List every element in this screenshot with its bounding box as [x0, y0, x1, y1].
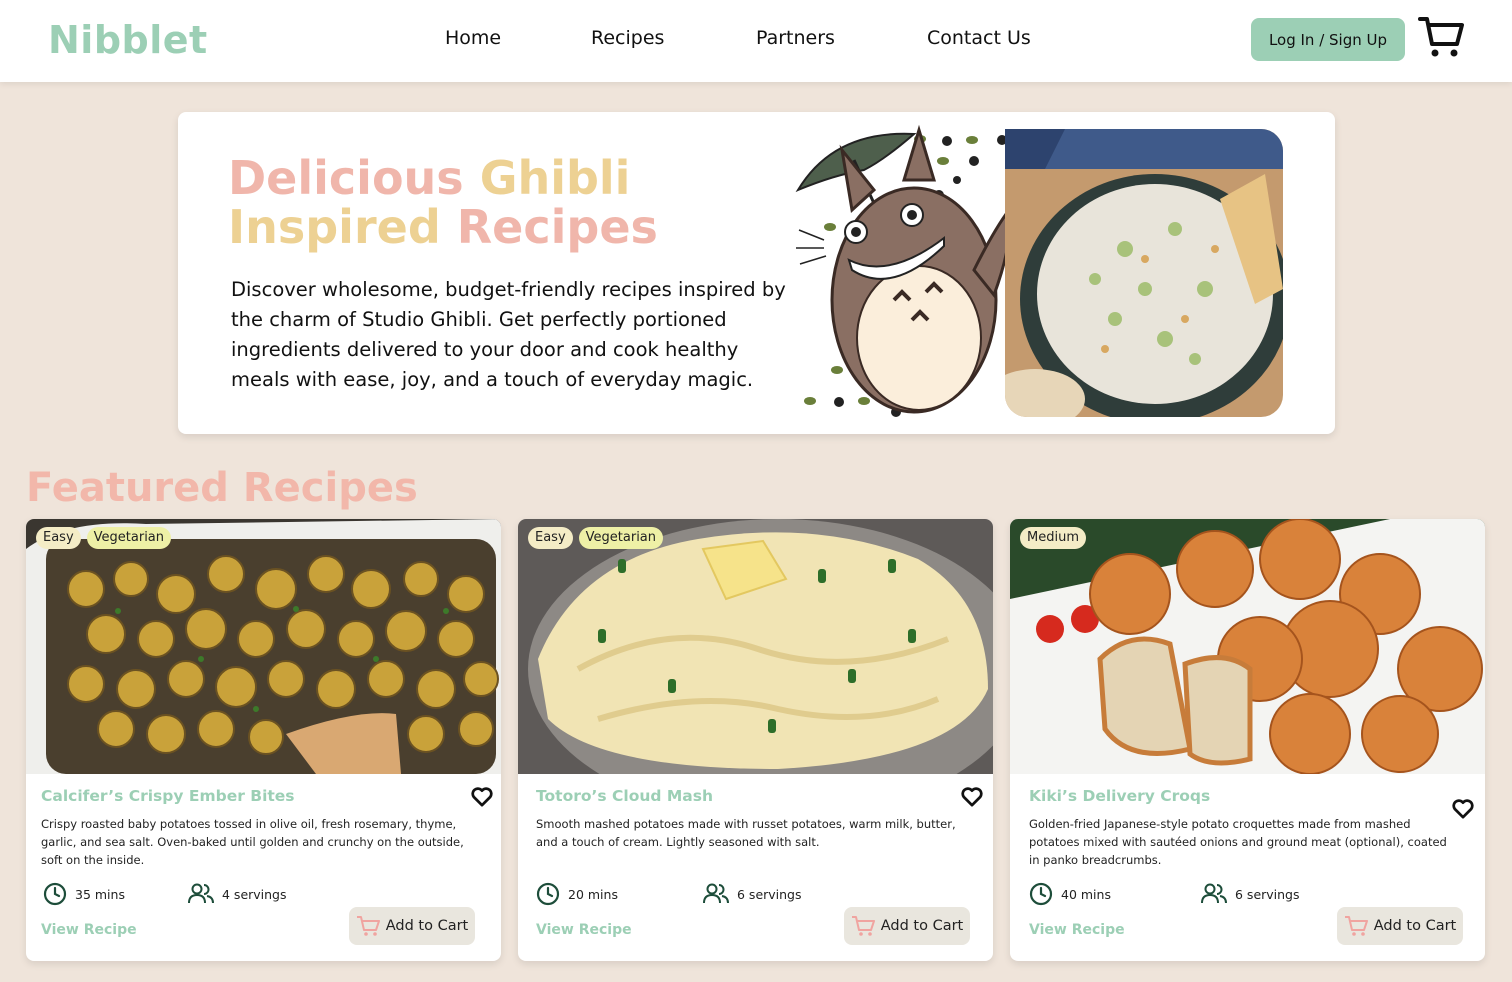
heart-icon[interactable]	[961, 787, 983, 807]
clock-icon	[1029, 882, 1053, 906]
recipe-photo-roasted-potatoes[interactable]	[26, 519, 501, 774]
difficulty-tag: Easy	[528, 527, 573, 549]
recipe-photo-croquettes[interactable]	[1010, 519, 1485, 774]
recipe-title[interactable]: Calcifer’s Crispy Ember Bites	[41, 787, 295, 805]
difficulty-tag: Medium	[1020, 527, 1086, 549]
diet-tag: Vegetarian	[86, 527, 172, 549]
servings-text: 6 servings	[737, 886, 802, 902]
recipe-time: 40 mins	[1029, 882, 1111, 906]
clock-icon	[43, 882, 67, 906]
people-icon	[188, 883, 214, 904]
recipe-description: Golden-fried Japanese-style potato croqu…	[1029, 817, 1447, 867]
recipe-tags: Medium	[1020, 527, 1086, 549]
add-to-cart-label: Add to Cart	[880, 918, 964, 934]
recipe-description: Crispy roasted baby potatoes tossed in o…	[41, 817, 464, 867]
heart-icon[interactable]	[1452, 799, 1474, 819]
cart-icon	[851, 916, 875, 936]
hero-title-word-2: Ghibli	[479, 151, 631, 205]
nav-recipes-link[interactable]: Recipes	[591, 27, 664, 49]
time-text: 40 mins	[1061, 886, 1111, 902]
nav-home-link[interactable]: Home	[445, 27, 501, 49]
people-icon	[703, 883, 729, 904]
time-text: 20 mins	[568, 886, 618, 902]
clock-icon	[536, 882, 560, 906]
add-to-cart-button[interactable]: Add to Cart	[349, 907, 475, 945]
diet-tag: Vegetarian	[578, 527, 664, 549]
recipe-time: 20 mins	[536, 882, 618, 906]
add-to-cart-button[interactable]: Add to Cart	[844, 907, 970, 945]
nav-partners-link[interactable]: Partners	[756, 27, 835, 49]
cart-icon	[356, 916, 380, 936]
time-text: 35 mins	[75, 886, 125, 902]
featured-recipes-heading: Featured Recipes	[26, 465, 418, 511]
recipe-photo-mashed-potatoes[interactable]	[518, 519, 993, 774]
top-navbar: Nibblet Home Recipes Partners Contact Us…	[0, 0, 1512, 82]
hero-title: Delicious Ghibli Inspired Recipes	[228, 154, 788, 252]
add-to-cart-label: Add to Cart	[385, 918, 469, 934]
nav-contact-link[interactable]: Contact Us	[927, 27, 1031, 49]
view-recipe-link[interactable]: View Recipe	[536, 922, 632, 938]
cart-icon	[1344, 916, 1368, 936]
hero-title-word-4: Recipes	[456, 200, 658, 254]
recipe-title[interactable]: Kiki’s Delivery Croqs	[1029, 787, 1210, 805]
hero-banner: Delicious Ghibli Inspired Recipes Discov…	[178, 112, 1335, 434]
recipe-time: 35 mins	[43, 882, 125, 906]
hero-title-word-1: Delicious	[228, 151, 464, 205]
view-recipe-link[interactable]: View Recipe	[1029, 922, 1125, 938]
login-signup-button[interactable]: Log In / Sign Up	[1251, 18, 1405, 61]
shopping-cart-icon[interactable]	[1417, 14, 1465, 60]
add-to-cart-label: Add to Cart	[1373, 918, 1457, 934]
recipe-servings: 4 servings	[188, 883, 287, 905]
people-icon	[1201, 883, 1227, 904]
recipe-tags: Easy Vegetarian	[528, 527, 664, 549]
recipe-description: Smooth mashed potatoes made with russet …	[536, 817, 956, 849]
hero-description: Discover wholesome, budget-friendly reci…	[231, 278, 786, 391]
hero-title-word-3: Inspired	[228, 200, 441, 254]
recipe-servings: 6 servings	[703, 883, 802, 905]
recipe-tags: Easy Vegetarian	[36, 527, 172, 549]
recipe-title[interactable]: Totoro’s Cloud Mash	[536, 787, 713, 805]
recipe-card: Easy Vegetarian Calcifer’s Crispy Ember …	[26, 519, 501, 961]
servings-text: 4 servings	[222, 886, 287, 902]
recipe-card: Medium Kiki’s Delivery Croqs Golden-frie…	[1010, 519, 1485, 961]
view-recipe-link[interactable]: View Recipe	[41, 922, 137, 938]
servings-text: 6 servings	[1235, 886, 1300, 902]
difficulty-tag: Easy	[36, 527, 81, 549]
add-to-cart-button[interactable]: Add to Cart	[1337, 907, 1463, 945]
recipe-servings: 6 servings	[1201, 883, 1300, 905]
recipe-card: Easy Vegetarian Totoro’s Cloud Mash Smoo…	[518, 519, 993, 961]
heart-icon[interactable]	[471, 787, 493, 807]
hero-food-photo	[1005, 129, 1283, 417]
